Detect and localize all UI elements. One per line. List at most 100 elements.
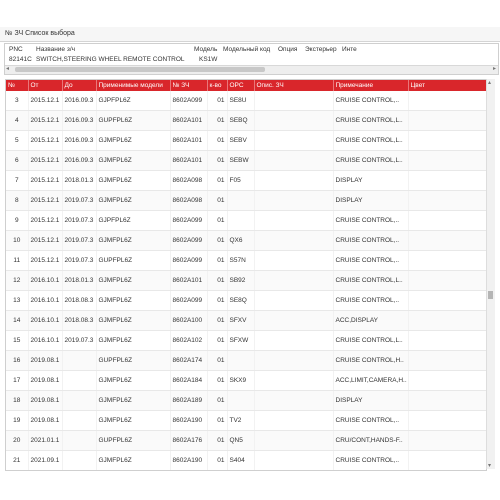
info-horizontal-scrollbar[interactable]: ◂ ▸: [5, 65, 498, 74]
cell-description: [254, 450, 334, 470]
cell-opc: SE8U: [227, 91, 255, 111]
table-row[interactable]: 15 2016.10.1 2019.07.3 GJMFPL6Z 8602A102 01 SF…: [6, 330, 486, 351]
cell-color: [408, 290, 486, 311]
cell-models: GJMFPL6Z: [96, 390, 171, 411]
cell-from: 2015.12.1: [28, 230, 63, 251]
cell-to: 2016.09.3: [62, 130, 97, 151]
cell-color: [408, 210, 486, 231]
column-header-description[interactable]: Опис. ЗЧ: [254, 80, 334, 91]
window-title: № ЗЧ Список выбора: [5, 30, 75, 37]
cell-color: [408, 390, 486, 411]
column-header-part-number[interactable]: № ЗЧ: [170, 80, 208, 91]
cell-description: [254, 210, 334, 231]
cell-opc: [227, 190, 255, 211]
scrollbar-thumb[interactable]: [15, 67, 265, 72]
table-row[interactable]: 6 2015.12.1 2016.09.3 GJMFPL6Z 8602A101 01 SEB…: [6, 150, 486, 171]
cell-note: DISPLAY: [333, 390, 409, 411]
info-name-value: SWITCH,STEERING WHEEL REMOTE CONTROL: [36, 56, 185, 63]
cell-models: GJMFPL6Z: [96, 130, 171, 151]
cell-note: CRUISE CONTROL,..: [333, 410, 409, 431]
cell-color: [408, 230, 486, 251]
cell-quantity: 01: [207, 450, 228, 470]
table-row[interactable]: 19 2019.08.1 GJMFPL6Z 8602A190 01 TV2 CRUISE C…: [6, 410, 486, 431]
cell-models: GUPFPL6Z: [96, 110, 171, 131]
cell-quantity: 01: [207, 390, 228, 411]
cell-part-number: 8602A174: [170, 350, 208, 371]
cell-color: [408, 450, 486, 470]
cell-opc: SEBV: [227, 130, 255, 151]
scroll-right-icon[interactable]: ▸: [493, 65, 496, 72]
table-row[interactable]: 9 2015.12.1 2019.07.3 GJPFPL6Z 8602A099 01 CRU…: [6, 210, 486, 231]
table-row[interactable]: 8 2015.12.1 2019.07.3 GJMFPL6Z 8602A098 01 DIS…: [6, 190, 486, 211]
table-vertical-scrollbar[interactable]: ▴ ▾: [486, 79, 495, 469]
table-row[interactable]: 18 2019.08.1 GJMFPL6Z 8602A189 01 DISPLAY: [6, 390, 486, 411]
table-row[interactable]: 11 2015.12.1 2019.07.3 GUPFPL6Z 8602A099 01 S5…: [6, 250, 486, 271]
cell-number: 14: [6, 310, 29, 331]
scrollbar-thumb[interactable]: [488, 291, 493, 299]
column-header-note[interactable]: Примечание: [333, 80, 409, 91]
info-header-name: Название з/ч: [36, 46, 76, 53]
table-row[interactable]: 7 2015.12.1 2018.01.3 GJMFPL6Z 8602A098 01 F05…: [6, 170, 486, 191]
cell-quantity: 01: [207, 270, 228, 291]
cell-from: 2015.12.1: [28, 250, 63, 271]
cell-color: [408, 130, 486, 151]
table-row[interactable]: 20 2021.01.1 GUPFPL6Z 8602A176 01 QN5 CRU/CONT…: [6, 430, 486, 451]
cell-description: [254, 230, 334, 251]
column-header-color[interactable]: Цвет: [408, 80, 486, 91]
table-row[interactable]: 3 2015.12.1 2016.09.3 GJPFPL6Z 8602A099 01 SE8…: [6, 91, 486, 111]
cell-opc: S57N: [227, 250, 255, 271]
cell-part-number: 8602A101: [170, 130, 208, 151]
cell-number: 16: [6, 350, 29, 371]
scroll-left-icon[interactable]: ◂: [6, 65, 9, 72]
column-header-quantity[interactable]: к-во: [207, 80, 228, 91]
cell-color: [408, 310, 486, 331]
cell-number: 5: [6, 130, 29, 151]
cell-quantity: 01: [207, 350, 228, 371]
scroll-up-icon[interactable]: ▴: [488, 79, 491, 86]
cell-to: 2016.09.3: [62, 91, 97, 111]
column-header-from[interactable]: От: [28, 80, 63, 91]
cell-from: 2019.08.1: [28, 350, 63, 371]
cell-to: 2019.07.3: [62, 210, 97, 231]
scroll-down-icon[interactable]: ▾: [488, 462, 491, 469]
cell-number: 13: [6, 290, 29, 311]
part-info-panel: PNC Название з/ч Модель Модельный код Оп…: [4, 43, 499, 75]
cell-from: 2015.12.1: [28, 210, 63, 231]
cell-part-number: 8602A190: [170, 410, 208, 431]
cell-quantity: 01: [207, 410, 228, 431]
cell-color: [408, 270, 486, 291]
table-row[interactable]: 21 2021.09.1 GJMFPL6Z 8602A190 01 S404 CRUISE …: [6, 450, 486, 470]
cell-part-number: 8602A099: [170, 91, 208, 111]
table-row[interactable]: 5 2015.12.1 2016.09.3 GJMFPL6Z 8602A101 01 SEB…: [6, 130, 486, 151]
cell-to: 2018.01.3: [62, 170, 97, 191]
cell-models: GJMFPL6Z: [96, 170, 171, 191]
cell-number: 6: [6, 150, 29, 171]
cell-description: [254, 350, 334, 371]
cell-to: [62, 350, 97, 371]
column-header-models[interactable]: Применимые модели: [96, 80, 171, 91]
table-row[interactable]: 10 2015.12.1 2019.07.3 GJMFPL6Z 8602A099 01 QX…: [6, 230, 486, 251]
cell-quantity: 01: [207, 170, 228, 191]
table-row[interactable]: 12 2016.10.1 2018.01.3 GJMFPL6Z 8602A101 01 SB…: [6, 270, 486, 291]
table-row[interactable]: 14 2016.10.1 2018.08.3 GJMFPL6Z 8602A100 01 SF…: [6, 310, 486, 331]
cell-from: 2015.12.1: [28, 91, 63, 111]
cell-note: CRUISE CONTROL,L..: [333, 330, 409, 351]
cell-description: [254, 270, 334, 291]
cell-number: 21: [6, 450, 29, 470]
table-row[interactable]: 16 2019.08.1 GUPFPL6Z 8602A174 01 CRUISE CONT…: [6, 350, 486, 371]
cell-opc: [227, 350, 255, 371]
cell-models: GJPFPL6Z: [96, 91, 171, 111]
column-header-to[interactable]: До: [62, 80, 97, 91]
cell-color: [408, 91, 486, 111]
cell-color: [408, 250, 486, 271]
column-header-number[interactable]: №: [6, 80, 29, 91]
table-row[interactable]: 17 2019.08.1 GJMFPL6Z 8602A184 01 SKX9 ACC,LIM…: [6, 370, 486, 391]
cell-from: 2019.08.1: [28, 410, 63, 431]
cell-color: [408, 370, 486, 391]
table-row[interactable]: 13 2016.10.1 2018.08.3 GJMFPL6Z 8602A099 01 SE…: [6, 290, 486, 311]
column-header-opc[interactable]: ОРС: [227, 80, 255, 91]
cell-description: [254, 130, 334, 151]
cell-description: [254, 91, 334, 111]
cell-models: GJMFPL6Z: [96, 410, 171, 431]
table-row[interactable]: 4 2015.12.1 2016.09.3 GUPFPL6Z 8602A101 01 SEB…: [6, 110, 486, 131]
